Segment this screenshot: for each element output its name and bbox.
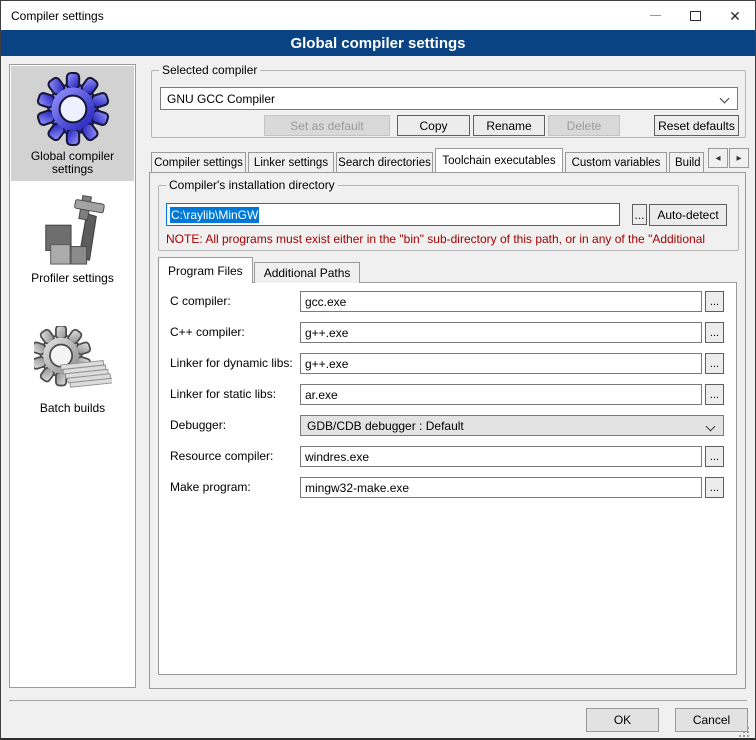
blue-gear-icon — [36, 72, 110, 146]
close-button[interactable]: ✕ — [715, 1, 755, 30]
tab-scroll-right-button[interactable]: ▸ — [729, 148, 749, 168]
make-program-input[interactable] — [300, 477, 702, 498]
sidebar-item-label: Batch builds — [40, 402, 105, 415]
tab-custom-variables[interactable]: Custom variables — [565, 152, 667, 172]
installation-directory-legend: Compiler's installation directory — [166, 178, 338, 192]
linker-static-label: Linker for static libs: — [170, 387, 276, 401]
maximize-button[interactable] — [675, 1, 715, 30]
field-row-linker-dynamic: Linker for dynamic libs: ... — [159, 353, 736, 374]
linker-dynamic-input[interactable] — [300, 353, 702, 374]
settings-sidebar: Global compiler settings Profiler settin… — [9, 64, 136, 688]
field-row-cpp-compiler: C++ compiler: ... — [159, 322, 736, 343]
linker-dynamic-browse-button[interactable]: ... — [705, 353, 724, 374]
compiler-select-value: GNU GCC Compiler — [167, 92, 275, 106]
c-compiler-browse-button[interactable]: ... — [705, 291, 724, 312]
footer-divider — [9, 700, 747, 701]
linker-dynamic-label: Linker for dynamic libs: — [170, 356, 293, 370]
sidebar-item-batch-builds[interactable]: Batch builds — [11, 312, 134, 428]
make-program-label: Make program: — [170, 480, 251, 494]
compiler-select[interactable]: GNU GCC Compiler — [160, 87, 738, 110]
tab-search-directories[interactable]: Search directories — [336, 152, 433, 172]
tab-toolchain-executables[interactable]: Toolchain executables — [435, 148, 563, 172]
sidebar-item-label: Global compiler settings — [13, 150, 132, 176]
c-compiler-input[interactable] — [300, 291, 702, 312]
field-row-c-compiler: C compiler: ... — [159, 291, 736, 312]
rename-button[interactable]: Rename — [473, 115, 545, 136]
sidebar-item-label: Profiler settings — [31, 272, 114, 285]
linker-static-browse-button[interactable]: ... — [705, 384, 724, 405]
debugger-select[interactable]: GDB/CDB debugger : Default — [300, 415, 724, 436]
page-title: Global compiler settings — [290, 35, 465, 52]
cpp-compiler-input[interactable] — [300, 322, 702, 343]
tab-linker-settings[interactable]: Linker settings — [248, 152, 334, 172]
resource-compiler-label: Resource compiler: — [170, 449, 273, 463]
chevron-down-icon — [720, 94, 730, 104]
toolchain-executables-panel: Compiler's installation directory C:\ray… — [149, 172, 746, 689]
selected-compiler-group: Selected compiler GNU GCC Compiler Set a… — [151, 70, 746, 138]
installation-directory-value: C:\raylib\MinGW — [170, 207, 259, 223]
delete-button[interactable]: Delete — [548, 115, 620, 136]
tab-program-files[interactable]: Program Files — [158, 257, 253, 283]
installation-directory-input[interactable]: C:\raylib\MinGW — [166, 203, 620, 226]
chevron-down-icon — [706, 422, 716, 432]
c-compiler-label: C compiler: — [170, 294, 231, 308]
titlebar: Compiler settings ✕ — [1, 1, 755, 30]
bin-subdirectory-note: NOTE: All programs must exist either in … — [166, 232, 734, 246]
window-controls: ✕ — [635, 1, 755, 30]
resize-grip[interactable] — [739, 727, 741, 729]
installation-directory-group: Compiler's installation directory C:\ray… — [158, 185, 739, 251]
close-icon: ✕ — [729, 9, 741, 23]
program-files-tabstrip: Program Files Additional Paths — [158, 257, 361, 283]
selected-compiler-legend: Selected compiler — [159, 63, 260, 77]
cancel-button[interactable]: Cancel — [675, 708, 748, 732]
cpp-compiler-label: C++ compiler: — [170, 325, 245, 339]
settings-tabstrip: Compiler settings Linker settings Search… — [151, 148, 706, 172]
arrow-right-icon: ▸ — [736, 153, 741, 164]
page-header: Global compiler settings — [1, 30, 755, 56]
sidebar-item-profiler-settings[interactable]: Profiler settings — [11, 184, 134, 294]
tab-scroll-left-button[interactable]: ◂ — [708, 148, 728, 168]
arrow-left-icon: ◂ — [715, 153, 720, 164]
tab-additional-paths[interactable]: Additional Paths — [254, 262, 361, 283]
minimize-icon — [650, 15, 661, 16]
tab-compiler-settings[interactable]: Compiler settings — [151, 152, 246, 172]
resource-compiler-browse-button[interactable]: ... — [705, 446, 724, 467]
ok-button[interactable]: OK — [586, 708, 659, 732]
compiler-settings-dialog: Compiler settings ✕ Global compiler sett… — [0, 0, 756, 740]
field-row-linker-static: Linker for static libs: ... — [159, 384, 736, 405]
make-program-browse-button[interactable]: ... — [705, 477, 724, 498]
cpp-compiler-browse-button[interactable]: ... — [705, 322, 724, 343]
field-row-resource-compiler: Resource compiler: ... — [159, 446, 736, 467]
browse-directory-button[interactable]: ... — [632, 204, 647, 225]
tab-build-options[interactable]: Build — [669, 152, 704, 172]
window-title: Compiler settings — [1, 9, 635, 23]
sidebar-item-global-compiler-settings[interactable]: Global compiler settings — [11, 66, 134, 181]
copy-button[interactable]: Copy — [397, 115, 470, 136]
dialog-body: Global compiler settings Profiler settin… — [1, 56, 755, 739]
batch-builds-gear-icon — [34, 326, 112, 398]
debugger-label: Debugger: — [170, 418, 226, 432]
tab-scroll-arrows: ◂ ▸ — [707, 148, 749, 168]
program-files-panel: C compiler: ... C++ compiler: ... Linker… — [158, 282, 737, 675]
reset-defaults-button[interactable]: Reset defaults — [654, 115, 739, 136]
debugger-select-value: GDB/CDB debugger : Default — [307, 419, 464, 433]
minimize-button[interactable] — [635, 1, 675, 30]
maximize-icon — [690, 11, 701, 21]
field-row-make-program: Make program: ... — [159, 477, 736, 498]
linker-static-input[interactable] — [300, 384, 702, 405]
profiler-caliper-icon — [38, 194, 108, 268]
auto-detect-button[interactable]: Auto-detect — [649, 204, 727, 226]
field-row-debugger: Debugger: GDB/CDB debugger : Default — [159, 415, 736, 436]
set-as-default-button[interactable]: Set as default — [264, 115, 390, 136]
resource-compiler-input[interactable] — [300, 446, 702, 467]
